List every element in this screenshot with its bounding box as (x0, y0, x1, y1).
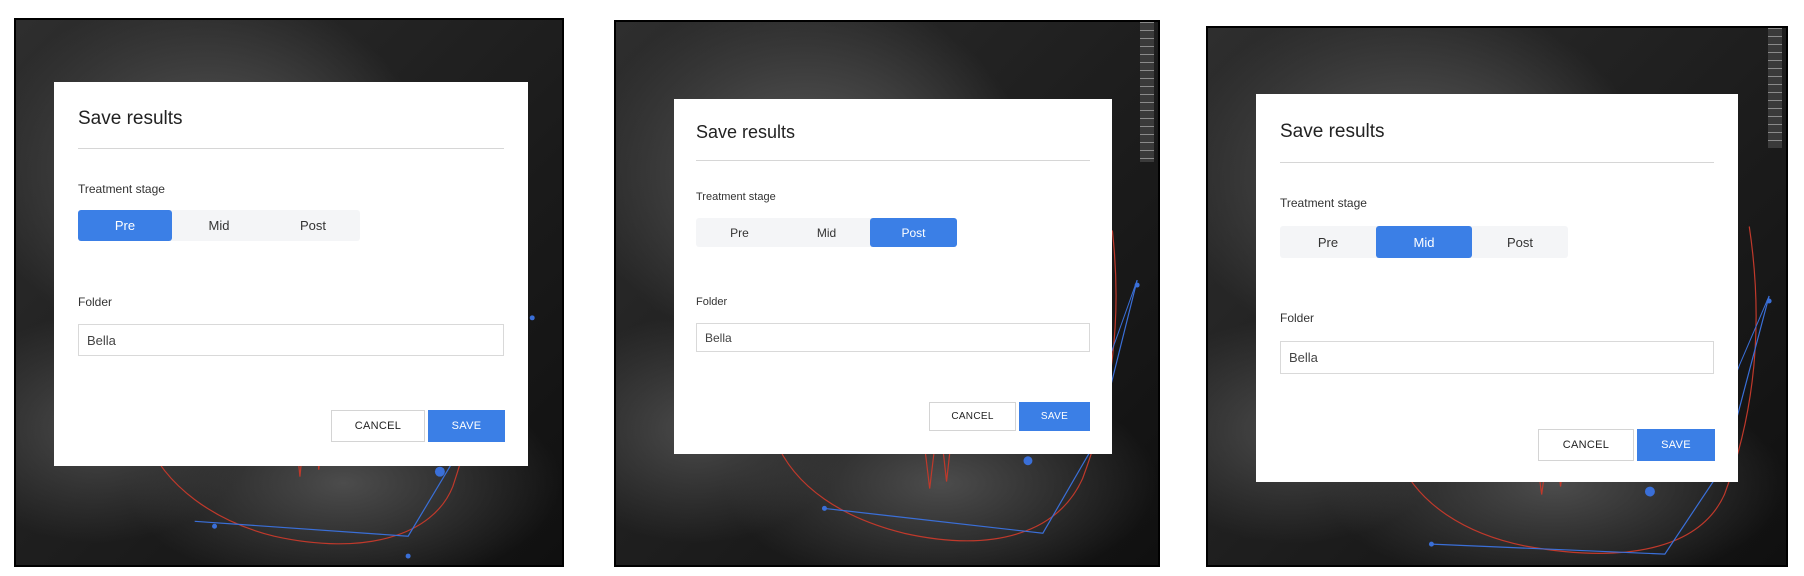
dialog-title: Save results (78, 108, 183, 129)
stage-option-post[interactable]: Post (1472, 226, 1568, 258)
folder-label: Folder (1280, 311, 1315, 325)
stage-option-mid[interactable]: Mid (783, 218, 870, 247)
treatment-stage-label: Treatment stage (78, 182, 165, 196)
dialog-title: Save results (1280, 121, 1385, 142)
treatment-stage-selector: Pre Mid Post (1280, 226, 1568, 258)
cancel-button[interactable]: CANCEL (929, 402, 1016, 431)
folder-input[interactable]: Bella (78, 324, 504, 356)
stage-option-pre[interactable]: Pre (696, 218, 783, 247)
xray-panel-1: Save results Treatment stage Pre Mid Pos… (14, 18, 564, 567)
save-results-dialog: Save results Treatment stage Pre Mid Pos… (674, 99, 1112, 454)
folder-label: Folder (696, 296, 728, 308)
cancel-button[interactable]: CANCEL (331, 410, 425, 442)
folder-input[interactable]: Bella (1280, 341, 1714, 374)
dialog-title: Save results (696, 122, 796, 142)
save-results-dialog: Save results Treatment stage Pre Mid Pos… (54, 82, 528, 466)
treatment-stage-selector: Pre Mid Post (696, 218, 957, 247)
cancel-button[interactable]: CANCEL (1538, 429, 1634, 461)
treatment-stage-selector: Pre Mid Post (78, 210, 360, 241)
save-results-dialog: Save results Treatment stage Pre Mid Pos… (1256, 94, 1738, 482)
stage-option-pre[interactable]: Pre (78, 210, 172, 241)
stage-option-post[interactable]: Post (870, 218, 957, 247)
stage-option-pre[interactable]: Pre (1280, 226, 1376, 258)
treatment-stage-label: Treatment stage (1280, 196, 1367, 210)
treatment-stage-label: Treatment stage (696, 191, 776, 203)
xray-panel-3: Save results Treatment stage Pre Mid Pos… (1206, 26, 1788, 567)
stage-option-mid[interactable]: Mid (172, 210, 266, 241)
title-divider (696, 160, 1090, 161)
folder-input[interactable]: Bella (696, 323, 1090, 352)
save-button[interactable]: SAVE (428, 410, 505, 442)
save-button[interactable]: SAVE (1637, 429, 1715, 461)
title-divider (78, 148, 504, 149)
save-button[interactable]: SAVE (1019, 402, 1090, 431)
title-divider (1280, 162, 1714, 163)
stage-option-post[interactable]: Post (266, 210, 360, 241)
stage-option-mid[interactable]: Mid (1376, 226, 1472, 258)
xray-panel-2: Save results Treatment stage Pre Mid Pos… (614, 20, 1160, 567)
folder-label: Folder (78, 295, 113, 309)
